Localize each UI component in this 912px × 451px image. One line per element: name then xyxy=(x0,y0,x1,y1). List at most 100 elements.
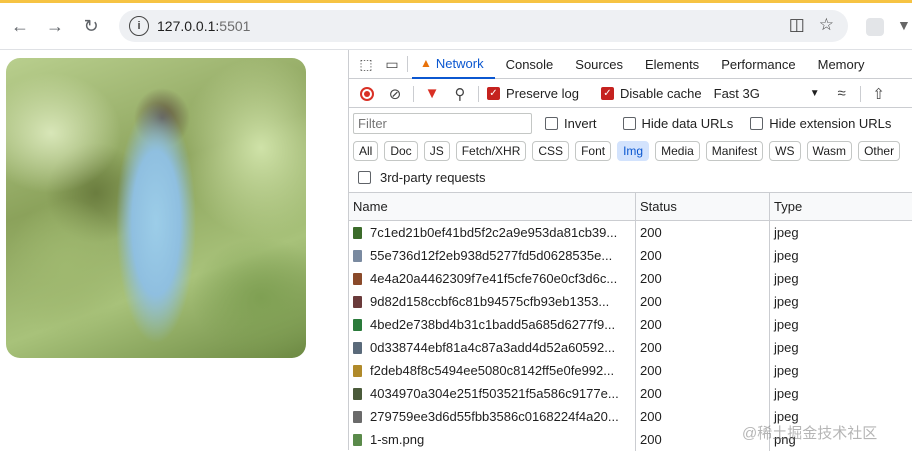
request-name-cell[interactable]: 279759ee3d6d55fbb3586c0168224f4a20... xyxy=(349,405,636,428)
type-filter-ws[interactable]: WS xyxy=(769,141,801,161)
type-filter-wasm[interactable]: Wasm xyxy=(806,141,853,161)
request-name: 279759ee3d6d55fbb3586c0168224f4a20... xyxy=(370,409,619,424)
reload-icon[interactable]: ↻ xyxy=(78,13,104,39)
disable-cache-checkbox[interactable]: ✓ Disable cache xyxy=(600,86,702,101)
table-body: 7c1ed21b0ef41bd5f2c2a9e953da81cb39... 200… xyxy=(349,221,912,451)
type-filter-img[interactable]: Img xyxy=(617,141,650,161)
checkbox-unchecked-icon xyxy=(622,116,636,130)
column-name-header[interactable]: Name xyxy=(349,193,636,220)
bookmark-star-icon[interactable]: ☆ xyxy=(819,15,834,35)
toolbar-separator-2 xyxy=(478,85,479,102)
table-row[interactable]: 4bed2e738bd4b31c1badd5a685d6277f9... 200 j… xyxy=(349,313,912,336)
status-cell: 200 xyxy=(636,313,770,336)
checkbox-unchecked-icon xyxy=(545,116,558,130)
request-name-cell[interactable]: 1-sm.png xyxy=(349,428,636,451)
type-cell: jpeg xyxy=(770,382,912,405)
type-filter-manifest[interactable]: Manifest xyxy=(705,141,764,161)
status-cell: 200 xyxy=(636,267,770,290)
status-cell: 200 xyxy=(636,382,770,405)
type-filter-all[interactable]: All xyxy=(353,141,379,161)
request-name-cell[interactable]: 9d82d158ccbf6c81b94575cfb93eb1353... xyxy=(349,290,636,313)
table-row[interactable]: 4034970a304e251f503521f5a586c9177e... 200… xyxy=(349,382,912,405)
table-row[interactable]: 55e736d12f2eb938d5277fd5d0628535e... 200 j… xyxy=(349,244,912,267)
tab-performance[interactable]: Performance xyxy=(710,50,806,79)
preserve-log-checkbox[interactable]: ✓ Preserve log xyxy=(487,86,579,101)
browser-toolbar: ← → ↻ i 127.0.0.1:5501 ◫ ☆ ▼ xyxy=(0,3,912,49)
filter-input[interactable] xyxy=(353,112,532,134)
type-filter-other[interactable]: Other xyxy=(858,141,901,161)
status-cell: 200 xyxy=(636,221,770,244)
url-text[interactable]: 127.0.0.1:5501 xyxy=(157,18,250,34)
translate-icon[interactable]: ◫ xyxy=(789,15,805,35)
import-har-icon[interactable]: ⇧ xyxy=(865,80,893,108)
type-cell: jpeg xyxy=(770,244,912,267)
tab-separator xyxy=(407,56,408,72)
address-bar[interactable]: i 127.0.0.1:5501 ◫ ☆ xyxy=(119,10,848,42)
hide-extension-urls-checkbox[interactable]: Hide extension URLs xyxy=(750,116,891,131)
hide-extension-urls-label: Hide extension URLs xyxy=(769,115,892,131)
status-cell: 200 xyxy=(636,290,770,313)
throttling-select[interactable]: Fast 3G ▼ xyxy=(714,86,820,101)
table-row[interactable]: 4e4a20a4462309f7e41f5cfe760e0cf3d6c... 20… xyxy=(349,267,912,290)
request-name-cell[interactable]: 7c1ed21b0ef41bd5f2c2a9e953da81cb39... xyxy=(349,221,636,244)
request-name: 9d82d158ccbf6c81b94575cfb93eb1353... xyxy=(370,294,610,309)
hide-data-urls-checkbox[interactable]: Hide data URLs xyxy=(622,115,734,131)
devtools-panel: ⬚ ▭ ▲ Network Console Sources Elements P… xyxy=(348,50,912,451)
third-party-checkbox[interactable]: 3rd-party requests xyxy=(358,170,486,185)
table-row[interactable]: f2deb48f8c5494ee5080c8142ff5e0fe992... 20… xyxy=(349,359,912,382)
checkbox-unchecked-icon xyxy=(358,170,371,184)
search-icon[interactable]: ⚲ xyxy=(446,80,474,108)
third-party-label: 3rd-party requests xyxy=(380,169,486,185)
column-status-header[interactable]: Status xyxy=(636,193,770,220)
tab-sources[interactable]: Sources xyxy=(564,50,634,79)
tab-memory[interactable]: Memory xyxy=(807,50,869,79)
type-filter-fetch-xhr[interactable]: Fetch/XHR xyxy=(455,141,527,161)
forward-arrow-icon[interactable]: → xyxy=(42,13,68,39)
table-row[interactable]: 9d82d158ccbf6c81b94575cfb93eb1353... 200 j… xyxy=(349,290,912,313)
image-thumbnail-icon xyxy=(353,410,362,423)
filter-funnel-icon[interactable]: ▼ xyxy=(418,80,446,108)
table-row[interactable]: 7c1ed21b0ef41bd5f2c2a9e953da81cb39... 200… xyxy=(349,221,912,244)
checkbox-checked-icon: ✓ xyxy=(487,87,500,100)
type-filter-doc[interactable]: Doc xyxy=(384,141,418,161)
request-name-cell[interactable]: 0d338744ebf81a4c87a3add4d52a60592... xyxy=(349,336,636,359)
type-filter-font[interactable]: Font xyxy=(575,141,612,161)
request-name: 4034970a304e251f503521f5a586c9177e... xyxy=(370,386,619,401)
back-arrow-icon[interactable]: ← xyxy=(7,13,33,39)
request-name: 4e4a20a4462309f7e41f5cfe760e0cf3d6c... xyxy=(370,271,618,286)
image-thumbnail-icon xyxy=(353,387,362,400)
request-name-cell[interactable]: 4e4a20a4462309f7e41f5cfe760e0cf3d6c... xyxy=(349,267,636,290)
request-name-cell[interactable]: 4bed2e738bd4b31c1badd5a685d6277f9... xyxy=(349,313,636,336)
toolbar-separator-3 xyxy=(859,85,861,102)
request-name-cell[interactable]: 4034970a304e251f503521f5a586c9177e... xyxy=(349,382,636,405)
type-filter-css[interactable]: CSS xyxy=(532,141,570,161)
request-name: 55e736d12f2eb938d5277fd5d0628535e... xyxy=(370,248,613,263)
device-toolbar-icon[interactable]: ▭ xyxy=(381,53,403,75)
tab-elements[interactable]: Elements xyxy=(634,50,710,79)
site-info-icon[interactable]: i xyxy=(129,16,149,36)
network-conditions-icon[interactable]: ≈ xyxy=(828,80,856,108)
extension-menu-icon[interactable]: ▼ xyxy=(897,17,912,37)
tab-console[interactable]: Console xyxy=(495,50,565,79)
extension-icon[interactable] xyxy=(866,18,884,36)
hide-data-urls-label: Hide data URLs xyxy=(641,115,734,131)
chevron-down-icon: ▼ xyxy=(809,88,820,99)
url-host: 127.0.0.1: xyxy=(157,18,220,34)
invert-checkbox[interactable]: Invert xyxy=(545,116,597,131)
toolbar-separator xyxy=(413,85,414,102)
column-type-header[interactable]: Type xyxy=(770,193,912,220)
type-filter-js[interactable]: JS xyxy=(423,141,450,161)
image-thumbnail-icon xyxy=(353,295,362,308)
tab-network[interactable]: ▲ Network xyxy=(412,50,495,79)
request-name: 4bed2e738bd4b31c1badd5a685d6277f9... xyxy=(370,317,616,332)
table-header: Name Status Type xyxy=(349,193,912,221)
request-name-cell[interactable]: f2deb48f8c5494ee5080c8142ff5e0fe992... xyxy=(349,359,636,382)
record-button[interactable] xyxy=(353,80,381,108)
type-filter-media[interactable]: Media xyxy=(655,141,700,161)
network-toolbar: ⊘ ▼ ⚲ ✓ Preserve log ✓ Disable cache Fas… xyxy=(349,80,912,108)
image-thumbnail-icon xyxy=(353,272,362,285)
clear-icon[interactable]: ⊘ xyxy=(381,80,409,108)
request-name-cell[interactable]: 55e736d12f2eb938d5277fd5d0628535e... xyxy=(349,244,636,267)
inspect-element-icon[interactable]: ⬚ xyxy=(355,53,377,75)
table-row[interactable]: 0d338744ebf81a4c87a3add4d52a60592... 200 j… xyxy=(349,336,912,359)
